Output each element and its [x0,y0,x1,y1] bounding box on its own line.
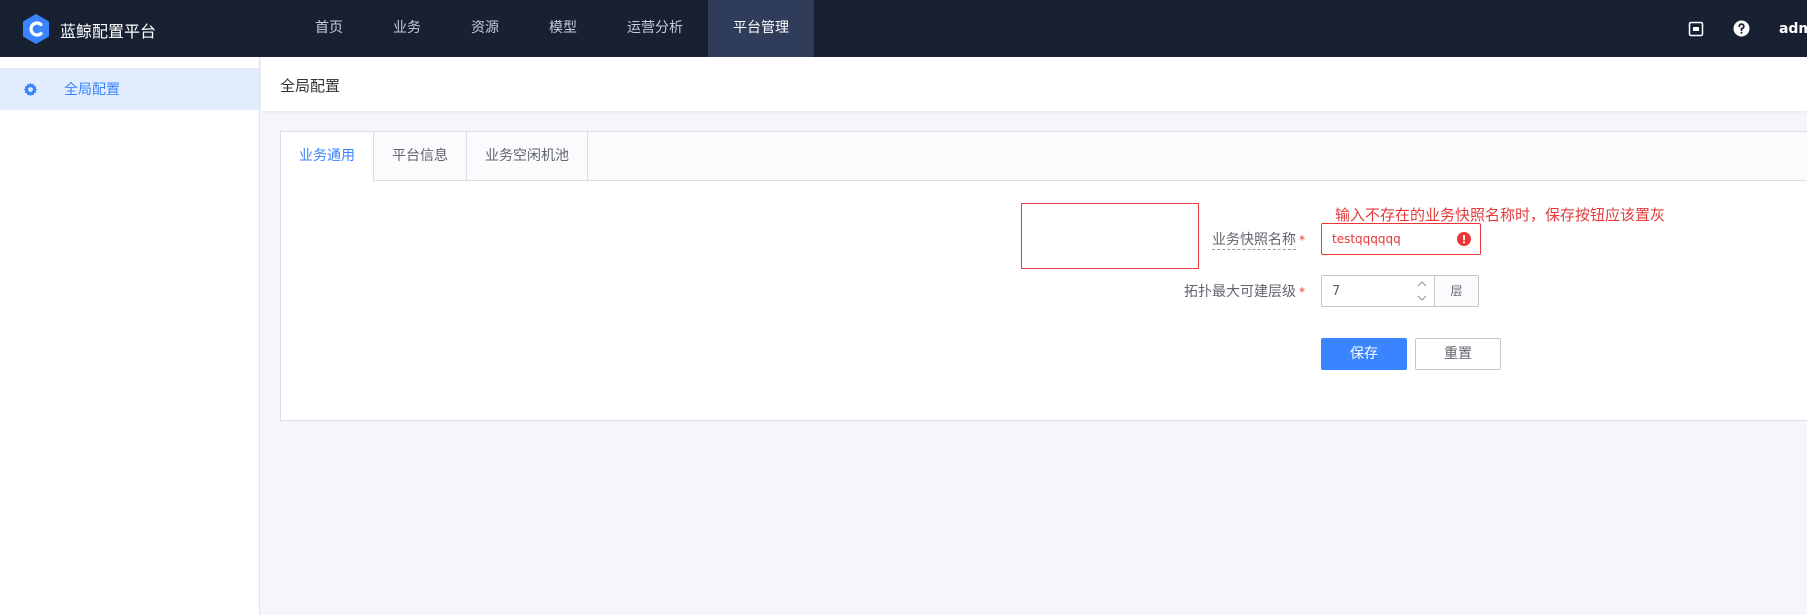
page-title: 全局配置 [280,77,341,95]
nav-item-platform-management[interactable]: 平台管理 [708,0,814,57]
screen-icon[interactable] [1687,20,1705,38]
user-name[interactable]: adm [1779,21,1807,37]
tab-idle-host-pool[interactable]: 业务空闲机池 [467,132,588,181]
nav-item-analysis[interactable]: 运营分析 [602,0,708,57]
snapshot-name-label-text: 业务快照名称 [1212,232,1296,250]
brand-name: 蓝鲸配置平台 [60,22,157,41]
page-header: 全局配置 [261,57,1807,111]
max-topo-level-field[interactable] [1321,275,1435,307]
snapshot-name-field[interactable] [1321,223,1481,255]
required-mark: * [1299,233,1305,247]
max-topo-level-input[interactable] [1322,276,1402,306]
sidebar-item-label: 全局配置 [64,82,120,98]
top-navbar: 蓝鲸配置平台 首页 业务 资源 模型 运营分析 平台管理 adm [0,0,1807,57]
max-topo-level-label: 拓扑最大可建层级 * [933,281,1305,301]
logo-icon[interactable] [22,14,50,44]
help-icon[interactable] [1733,20,1751,38]
required-mark: * [1299,285,1305,299]
top-right-tools: adm [1687,0,1807,57]
sidebar: 全局配置 [0,57,260,615]
tab-platform-info[interactable]: 平台信息 [374,132,467,181]
tab-business-general[interactable]: 业务通用 [281,132,374,182]
gear-icon [22,81,38,97]
number-stepper-icon[interactable] [1416,279,1428,303]
config-panel: 业务通用 平台信息 业务空闲机池 业务快照名称* 拓扑最大可建层级* 层 保存 … [280,131,1807,421]
level-unit: 层 [1434,275,1479,307]
annotation-text: 输入不存在的业务快照名称时，保存按钮应该置灰 [1335,206,1666,224]
nav-item-business[interactable]: 业务 [368,0,446,57]
reset-button[interactable]: 重置 [1415,338,1501,370]
max-topo-level-label-text: 拓扑最大可建层级 [1184,284,1296,300]
nav-item-model[interactable]: 模型 [524,0,602,57]
annotation-highlight-box [1021,203,1199,269]
main-nav: 首页 业务 资源 模型 运营分析 平台管理 [290,0,814,57]
nav-item-home[interactable]: 首页 [290,0,368,57]
sidebar-item-global-config[interactable]: 全局配置 [0,68,259,110]
tab-bar: 业务通用 平台信息 业务空闲机池 [281,132,1807,182]
snapshot-name-input[interactable] [1322,224,1452,254]
nav-item-resource[interactable]: 资源 [446,0,524,57]
error-icon [1457,232,1471,246]
save-button[interactable]: 保存 [1321,338,1407,370]
